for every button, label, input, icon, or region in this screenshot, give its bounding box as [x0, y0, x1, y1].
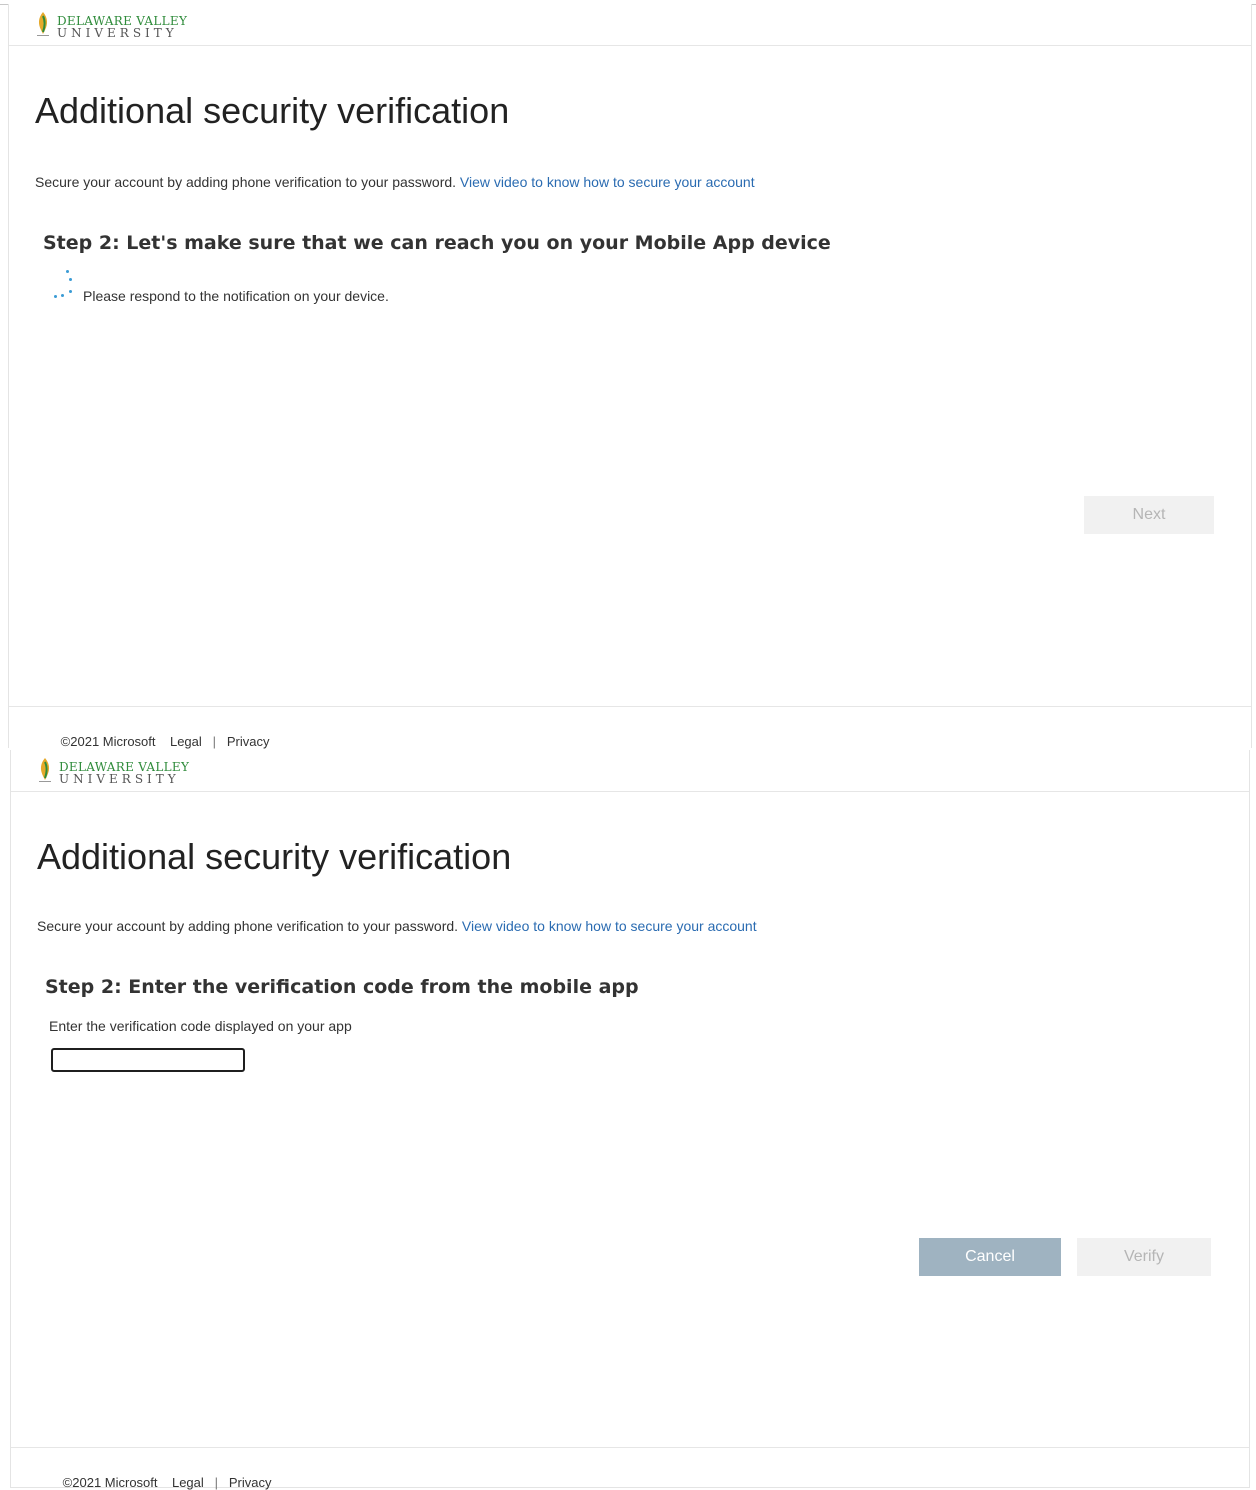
header-bar: DELAWARE VALLEY UNIVERSITY: [9, 4, 1251, 46]
page-title: Additional security verification: [37, 836, 512, 877]
loading-spinner-icon: [53, 268, 75, 298]
verification-panel-step-reach: DELAWARE VALLEY UNIVERSITY Additional se…: [8, 4, 1252, 749]
page-title: Additional security verification: [35, 90, 510, 131]
privacy-link[interactable]: Privacy: [227, 734, 270, 749]
copyright: ©2021 Microsoft: [60, 734, 156, 749]
legal-link[interactable]: Legal: [172, 1475, 204, 1490]
step-title: Step 2: Let's make sure that we can reac…: [43, 232, 831, 254]
code-instruction: Enter the verification code displayed on…: [49, 1018, 352, 1034]
copyright: ©2021 Microsoft: [62, 1475, 158, 1490]
verification-code-input[interactable]: [51, 1048, 245, 1072]
description-text: Secure your account by adding phone veri…: [37, 918, 462, 934]
step-title: Step 2: Enter the verification code from…: [45, 976, 639, 998]
video-link[interactable]: View video to know how to secure your ac…: [460, 174, 755, 190]
university-logo: DELAWARE VALLEY UNIVERSITY: [37, 756, 189, 788]
next-button[interactable]: Next: [1084, 496, 1214, 534]
footer: ©2021 Microsoft Legal | Privacy: [11, 1447, 1249, 1490]
header-bar: DELAWARE VALLEY UNIVERSITY: [11, 750, 1249, 792]
notification-note: Please respond to the notification on yo…: [83, 288, 389, 304]
footer: ©2021 Microsoft Legal | Privacy: [9, 706, 1251, 749]
verify-button[interactable]: Verify: [1077, 1238, 1211, 1276]
logo-line2: UNIVERSITY: [59, 772, 180, 786]
privacy-link[interactable]: Privacy: [229, 1475, 272, 1490]
account-description: Secure your account by adding phone veri…: [35, 174, 755, 190]
legal-link[interactable]: Legal: [170, 734, 202, 749]
verification-panel-step-code: DELAWARE VALLEY UNIVERSITY Additional se…: [10, 750, 1250, 1490]
cancel-button[interactable]: Cancel: [919, 1238, 1061, 1276]
logo-line2: UNIVERSITY: [57, 26, 178, 40]
description-text: Secure your account by adding phone veri…: [35, 174, 460, 190]
footer-separator: |: [214, 1475, 219, 1490]
video-link[interactable]: View video to know how to secure your ac…: [462, 918, 757, 934]
logo-flame-icon: [37, 756, 53, 784]
university-logo: DELAWARE VALLEY UNIVERSITY: [35, 10, 187, 42]
logo-flame-icon: [35, 10, 51, 38]
account-description: Secure your account by adding phone veri…: [37, 918, 757, 934]
footer-separator: |: [212, 734, 217, 749]
